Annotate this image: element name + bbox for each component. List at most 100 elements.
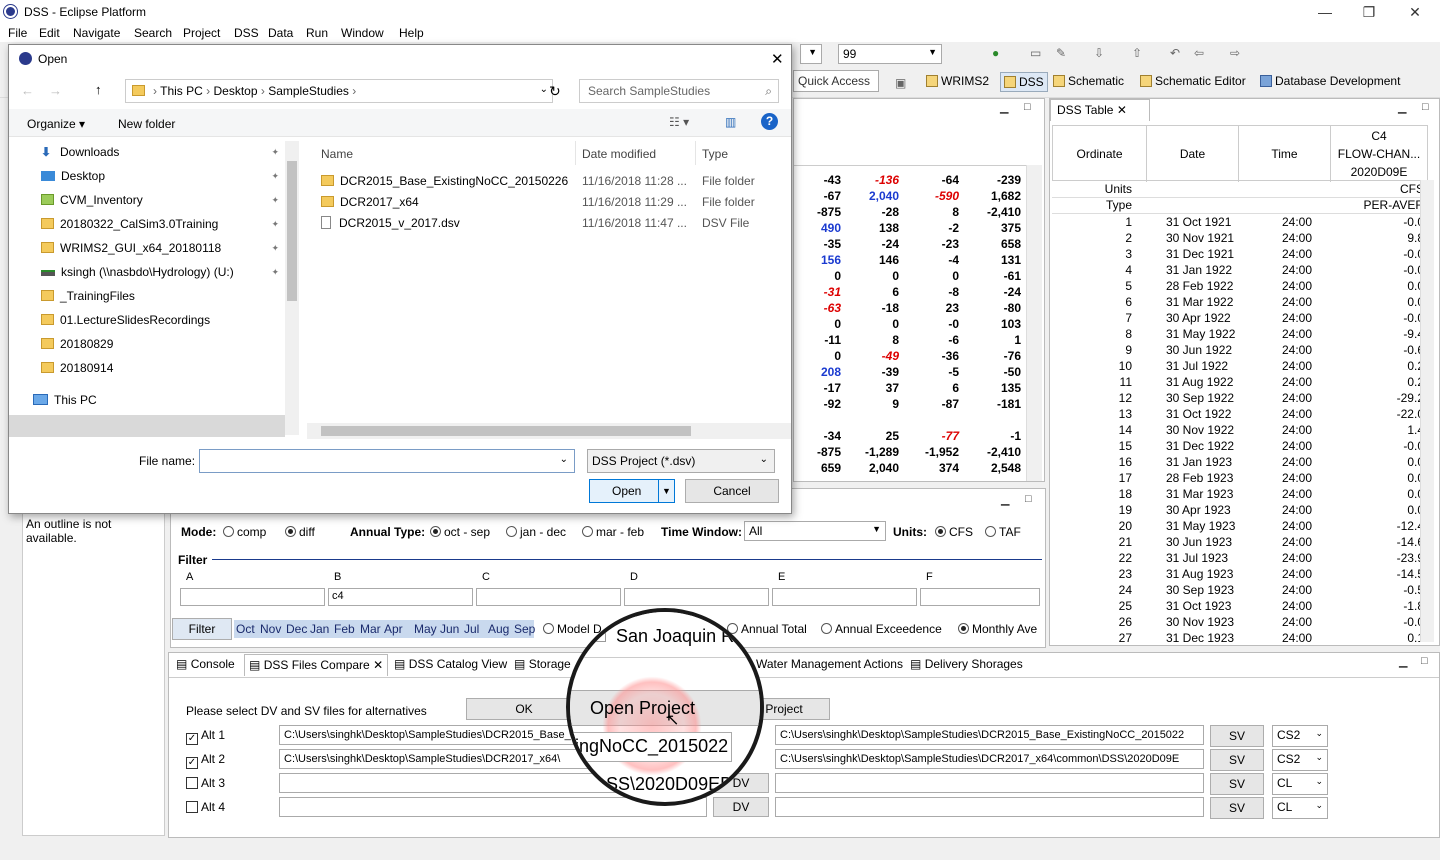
nav-item[interactable]: 01.LectureSlidesRecordings [9,309,289,331]
month-sep[interactable]: Sep [514,622,535,636]
grid-row[interactable]: -67 2,040 -590 1,682 [793,188,1023,204]
table-row[interactable]: 13 31 Oct 1922 24:00 -22.0 [1052,406,1428,422]
table-row[interactable]: 25 31 Oct 1923 24:00 -1.8 [1052,598,1428,614]
table-row[interactable]: 22 31 Jul 1923 24:00 -23.9 [1052,550,1428,566]
close-tab-icon[interactable]: ✕ [1117,103,1127,117]
table-row[interactable]: 9 30 Jun 1922 24:00 -0.6 [1052,342,1428,358]
month-aug[interactable]: Aug [488,622,509,636]
table-row[interactable]: 15 31 Dec 1922 24:00 -0.0 [1052,438,1428,454]
col-name[interactable]: Name [321,147,353,161]
perspective-database-development[interactable]: Database Development [1260,72,1400,92]
nav-item[interactable]: 20180322_CalSim3.0Training ✦ [9,213,289,235]
chevron-down-icon[interactable]: ⌄ [560,454,568,465]
table-row[interactable]: 4 31 Jan 1922 24:00 -0.0 [1052,262,1428,278]
nav-item[interactable]: This PC [9,389,289,411]
dialog-close-icon[interactable]: ✕ [771,50,784,68]
alt-2-level-select[interactable]: CS2 ⌄ [1272,749,1328,771]
pin-icon[interactable]: ✦ [271,165,279,187]
maximize-view-icon[interactable]: □ [1422,101,1429,113]
month-apr[interactable]: Apr [384,622,403,636]
file-name-input[interactable]: ⌄ [199,449,575,473]
open-perspective-icon[interactable]: ▣ [895,76,911,90]
nav-item[interactable]: WRIMS2_GUI_x64_20180118 ✦ [9,237,289,259]
filter-field-c[interactable] [476,588,621,606]
perspective-schematic[interactable]: Schematic [1053,72,1124,92]
import-icon[interactable]: ⇩ [1094,46,1110,60]
table-row[interactable]: 20 31 May 1923 24:00 -12.4 [1052,518,1428,534]
search-input[interactable]: Search SampleStudies ⌕ [579,79,779,103]
annual-exceedence-radio[interactable]: Annual Exceedence [821,622,942,636]
dss-table-scrollbar[interactable] [1420,180,1434,642]
file-list-hscroll[interactable] [307,423,791,439]
filter-button[interactable]: Filter [172,618,232,640]
minimize-button[interactable]: — [1310,2,1340,22]
table-row[interactable]: 18 31 Mar 1923 24:00 0.0 [1052,486,1428,502]
table-row[interactable]: 11 31 Aug 1922 24:00 0.2 [1052,374,1428,390]
annual-mar-radio[interactable]: mar - feb [582,525,644,539]
grid-row[interactable]: -34 25 -77 -1 [793,428,1023,444]
table-row[interactable]: 12 30 Sep 1922 24:00 -29.2 [1052,390,1428,406]
col-series[interactable]: C4 FLOW-CHAN... 2020D09E [1331,126,1427,182]
nav-item[interactable]: Desktop ✦ [9,165,289,187]
table-row[interactable]: 7 30 Apr 1922 24:00 -0.0 [1052,310,1428,326]
col-ordinate[interactable]: Ordinate [1053,126,1147,182]
alt-4-sv-button[interactable]: SV [1210,797,1264,819]
alt-3-sv-path[interactable] [775,773,1204,793]
table-row[interactable]: 21 30 Jun 1923 24:00 -14.6 [1052,534,1428,550]
export-icon[interactable]: ⇧ [1132,46,1148,60]
grid-row[interactable]: -875 -28 8 -2,410 [793,204,1023,220]
tab-storage[interactable]: ▤ Storage [510,654,575,676]
col-date-modified[interactable]: Date modified [582,147,656,161]
grid-row[interactable]: 156 146 -4 131 [793,252,1023,268]
toolbar-number-combo[interactable]: 99 ▼ [838,44,942,64]
organize-button[interactable]: Organize ▾ [27,117,85,131]
menu-help[interactable]: Help [399,26,424,40]
breadcrumb-samplestudies[interactable]: SampleStudies [268,84,349,98]
alt-2-sv-path[interactable]: C:\Users\singhk\Desktop\SampleStudies\DC… [775,749,1204,769]
table-row[interactable]: 26 30 Nov 1923 24:00 -0.0 [1052,614,1428,630]
grid-row[interactable]: -11 8 -6 1 [793,332,1023,348]
toolbar-combo-left[interactable]: ▼ [800,44,822,64]
tab-dss-catalog-view[interactable]: ▤ DSS Catalog View [390,654,511,676]
annual-oct-radio[interactable]: oct - sep [430,525,490,539]
table-row[interactable]: 27 31 Dec 1923 24:00 0.1 [1052,630,1428,646]
grid-row[interactable]: -17 37 6 135 [793,380,1023,396]
alt-1-sv-button[interactable]: SV [1210,725,1264,747]
menu-run[interactable]: Run [306,26,328,40]
menu-window[interactable]: Window [341,26,384,40]
annual-jan-radio[interactable]: jan - dec [506,525,566,539]
maximize-view-icon[interactable]: □ [1024,101,1031,113]
menu-file[interactable]: File [8,26,27,40]
filter-field-d[interactable] [624,588,769,606]
view-icon[interactable]: ☷ ▾ [669,115,689,129]
units-cfs-radio[interactable]: CFS [935,525,973,539]
breadcrumb-this-pc[interactable]: This PC [160,84,203,98]
wand-icon[interactable]: ✎ [1056,46,1072,60]
mode-diff-radio[interactable]: diff [285,525,315,539]
new-folder-button[interactable]: New folder [118,117,175,131]
alt-2-checkbox[interactable]: ✓ Alt 2 [186,752,225,769]
forward-icon[interactable]: → [49,83,62,98]
grid-row[interactable] [793,412,1023,428]
grid-row[interactable]: -43 -136 -64 -239 [793,172,1023,188]
alt-4-sv-path[interactable] [775,797,1204,817]
back-arrow-icon[interactable]: ⇦ [1194,46,1210,60]
maximize-view-icon[interactable]: □ [1025,493,1032,505]
table-row[interactable]: 16 31 Jan 1923 24:00 0.0 [1052,454,1428,470]
pin-icon[interactable]: ✦ [271,261,279,283]
table-row[interactable]: 17 28 Feb 1923 24:00 0.0 [1052,470,1428,486]
file-row[interactable]: DCR2015_v_2017.dsv 11/16/2018 11:47 ... DS… [321,213,781,233]
nav-item[interactable]: ksingh (\\nasbdo\Hydrology) (U:) ✦ [9,261,289,283]
menu-edit[interactable]: Edit [39,26,60,40]
month-mar[interactable]: Mar [360,622,381,636]
grid-row[interactable]: -92 9 -87 -181 [793,396,1023,412]
col-time[interactable]: Time [1239,126,1331,182]
help-icon[interactable]: ? [761,113,778,130]
nav-item[interactable]: _TrainingFiles [9,285,289,307]
grid-row[interactable]: 0 -49 -36 -76 [793,348,1023,364]
table-row[interactable]: 6 31 Mar 1922 24:00 0.0 [1052,294,1428,310]
filter-field-f[interactable] [920,588,1040,606]
table-row[interactable]: 10 31 Jul 1922 24:00 0.2 [1052,358,1428,374]
minimize-view-icon[interactable]: ▁ [1001,493,1009,506]
month-jan[interactable]: Jan [310,622,329,636]
